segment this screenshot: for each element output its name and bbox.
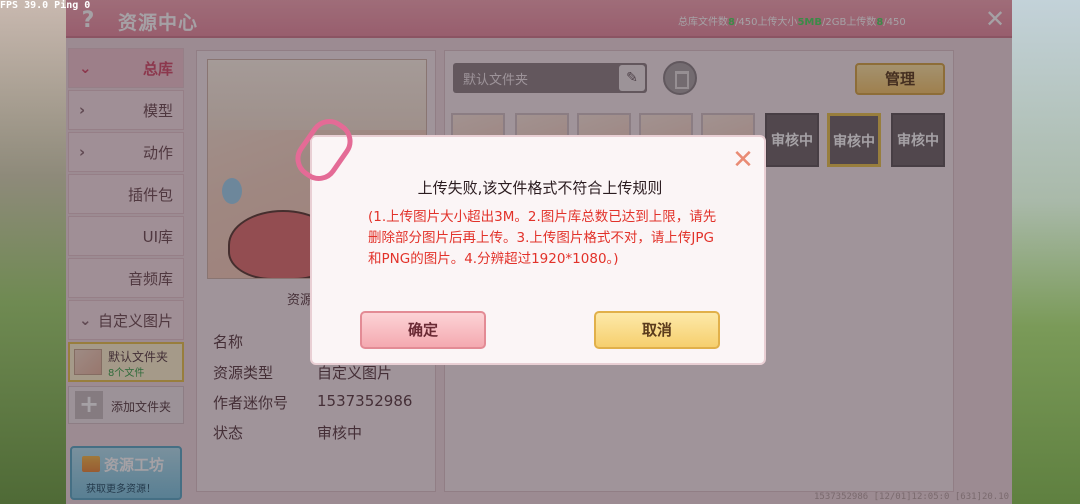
close-icon[interactable]: ✕ (730, 147, 756, 173)
status-bar: 1537352986 [12/01]12:05:0 [631]20.10 (814, 492, 1010, 502)
upload-failed-dialog: ✕ 上传失败,该文件格式不符合上传规则 (1.上传图片大小超出3M。2.图片库总… (310, 135, 766, 365)
fps-readout: FPS 39.0 Ping 0 (0, 0, 91, 11)
confirm-button[interactable]: 确定 (360, 311, 486, 349)
dialog-title: 上传失败,该文件格式不符合上传规则 (417, 179, 663, 197)
game-scene-right (1008, 0, 1080, 504)
dialog-message: (1.上传图片大小超出3M。2.图片库总数已达到上限，请先删除部分图片后再上传。… (368, 209, 717, 267)
game-scene-left (0, 0, 66, 504)
cancel-button[interactable]: 取消 (594, 311, 720, 349)
